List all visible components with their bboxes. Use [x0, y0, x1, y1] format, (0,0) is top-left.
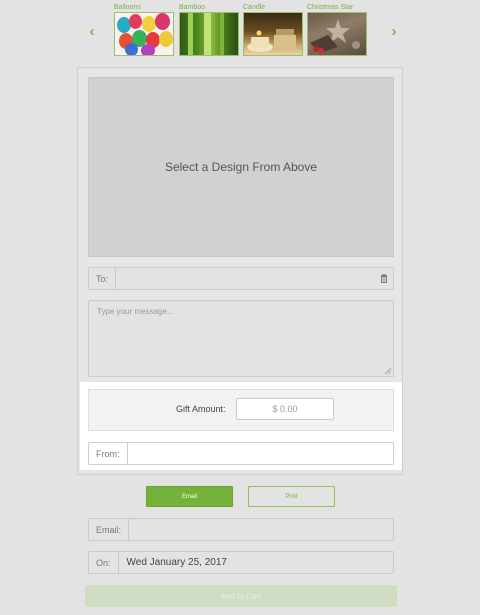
email-button[interactable]: Email: [146, 486, 233, 507]
design-thumb-bamboo[interactable]: Bamboo: [179, 3, 239, 56]
on-label: On:: [89, 552, 119, 573]
design-thumb-candle[interactable]: Candle: [243, 3, 303, 56]
preview-placeholder-text: Select a Design From Above: [164, 160, 318, 174]
design-label: Balloons: [114, 4, 141, 11]
email-input[interactable]: [129, 519, 393, 540]
bamboo-image[interactable]: [179, 12, 239, 56]
message-placeholder: Type your message...: [97, 307, 174, 316]
chevron-left-icon[interactable]: ‹: [84, 24, 100, 40]
from-input[interactable]: [128, 443, 394, 464]
from-label: From:: [89, 443, 128, 464]
gift-amount-input[interactable]: $ 0.00: [236, 398, 334, 420]
candle-graphic: [247, 29, 296, 52]
from-field[interactable]: From:: [88, 442, 394, 465]
add-to-cart-button[interactable]: Add to Cart: [85, 585, 397, 607]
message-textarea[interactable]: Type your message...: [88, 300, 394, 377]
gift-amount-placeholder: $ 0.00: [272, 404, 298, 414]
design-thumb-balloons[interactable]: Balloons: [114, 3, 174, 56]
email-field[interactable]: Email:: [88, 518, 394, 541]
to-input[interactable]: [116, 268, 375, 289]
delivery-date-value[interactable]: Wed January 25, 2017: [119, 552, 393, 573]
email-label: Email:: [89, 519, 130, 540]
gift-amount-label: Gift Amount:: [176, 404, 226, 414]
design-thumb-christmas-star[interactable]: Christmas Star: [307, 3, 367, 56]
delivery-date-field[interactable]: On: Wed January 25, 2017: [88, 551, 394, 574]
design-preview: Select a Design From Above: [88, 77, 394, 257]
balloons-image[interactable]: [114, 12, 174, 56]
trash-icon[interactable]: [375, 268, 393, 289]
candle-image[interactable]: [243, 12, 303, 56]
to-label: To:: [89, 268, 117, 289]
christmas-star-image[interactable]: [307, 12, 367, 56]
to-field[interactable]: To:: [88, 267, 394, 290]
design-carousel: ‹ Balloons Bamboo Candle Christmas Star …: [0, 0, 480, 62]
design-label: Christmas Star: [307, 4, 354, 11]
print-button[interactable]: Print: [248, 486, 335, 507]
design-label: Bamboo: [179, 4, 206, 11]
christmas-star-graphic: [310, 19, 360, 54]
chevron-right-icon[interactable]: ›: [386, 24, 402, 40]
design-label: Candle: [243, 4, 266, 11]
resize-handle-icon[interactable]: [385, 368, 391, 374]
